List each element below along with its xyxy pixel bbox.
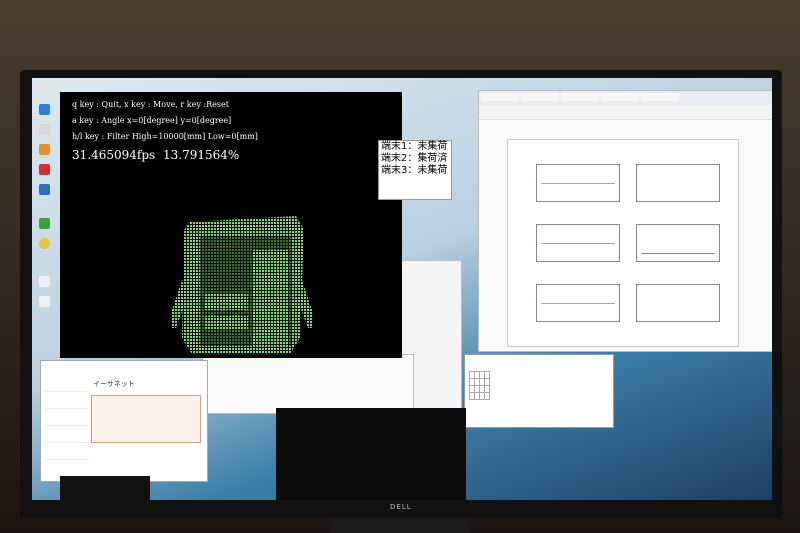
table-cell — [484, 392, 490, 400]
desktop-icon-app[interactable] — [35, 296, 53, 308]
desktop-icon-app[interactable] — [35, 218, 53, 230]
network-graph — [91, 395, 201, 443]
plot-panel — [536, 224, 620, 262]
sidebar-item[interactable] — [45, 409, 89, 426]
plot-panel — [636, 224, 720, 262]
fps-value: 31.465094fps — [72, 148, 156, 162]
sidebar-item[interactable] — [45, 392, 89, 409]
plot-panel — [536, 164, 620, 202]
monitor-stand — [330, 518, 470, 533]
mini-console — [60, 476, 150, 500]
status-table-window[interactable] — [464, 354, 614, 428]
desktop-icon-app[interactable] — [35, 144, 53, 156]
status-table — [469, 371, 490, 400]
point-cloud — [172, 216, 312, 354]
desktop-icon-app[interactable] — [35, 124, 53, 136]
desktop-icon-app[interactable] — [35, 276, 53, 288]
plot-panel — [536, 284, 620, 322]
desktop-icon-pdf[interactable] — [35, 164, 53, 176]
browser-tabs — [479, 91, 772, 105]
desktop-icon-app[interactable] — [35, 184, 53, 196]
plot-panel — [636, 284, 720, 322]
browser-tab[interactable] — [641, 93, 679, 101]
table-cell — [484, 378, 490, 386]
table-cell — [484, 371, 490, 379]
percent-value: 13.791564% — [163, 148, 240, 162]
pointcloud-viewer-window[interactable]: q key : Quit, x key : Move, r key :Reset… — [60, 92, 402, 358]
task-manager-title: イーサネット — [93, 380, 135, 388]
plot-figure — [507, 139, 739, 347]
browser-tab[interactable] — [481, 93, 519, 101]
browser-window[interactable] — [478, 90, 772, 352]
task-manager-window[interactable]: イーサネット — [40, 360, 208, 482]
terminal-status-panel: 端末1：未集荷 端末2：集荷済 端末3：未集荷 — [378, 140, 452, 200]
table-cell — [484, 385, 490, 393]
plot-line — [541, 243, 615, 244]
browser-tab[interactable] — [521, 93, 559, 101]
help-line: a key : Angle x=0[degree] y=0[degree] — [72, 116, 232, 125]
desktop-icon-edge[interactable] — [35, 104, 53, 116]
sidebar-item[interactable] — [45, 443, 89, 460]
monitor-logo: DELL — [390, 503, 412, 511]
sidebar-item[interactable] — [45, 375, 89, 392]
terminal-status: 端末2：集荷済 — [381, 153, 448, 164]
plot-panel — [636, 164, 720, 202]
desktop-screen: イーサネット q key : Quit, x key : Move, r key… — [32, 78, 772, 500]
plot-line — [541, 303, 615, 304]
task-manager-sidebar — [45, 375, 89, 475]
fps-readout: 31.465094fps 13.791564% — [72, 148, 239, 162]
sidebar-item[interactable] — [45, 426, 89, 443]
terminal-status: 端末1：未集荷 — [381, 141, 448, 152]
plot-line — [641, 253, 715, 254]
plot-line — [541, 183, 615, 184]
terminal-status: 端末3：未集荷 — [381, 165, 448, 176]
help-line: q key : Quit, x key : Move, r key :Reset — [72, 100, 229, 109]
desktop-icon-chrome[interactable] — [35, 238, 53, 250]
browser-toolbar — [479, 105, 772, 120]
browser-tab[interactable] — [601, 93, 639, 101]
desktop-icon-recycle-bin[interactable] — [35, 84, 53, 96]
help-line: h/l key : Filter High=10000[mm] Low=0[mm… — [72, 132, 258, 141]
browser-tab[interactable] — [561, 93, 599, 101]
console-window[interactable] — [276, 408, 466, 500]
background-window[interactable] — [202, 354, 414, 414]
